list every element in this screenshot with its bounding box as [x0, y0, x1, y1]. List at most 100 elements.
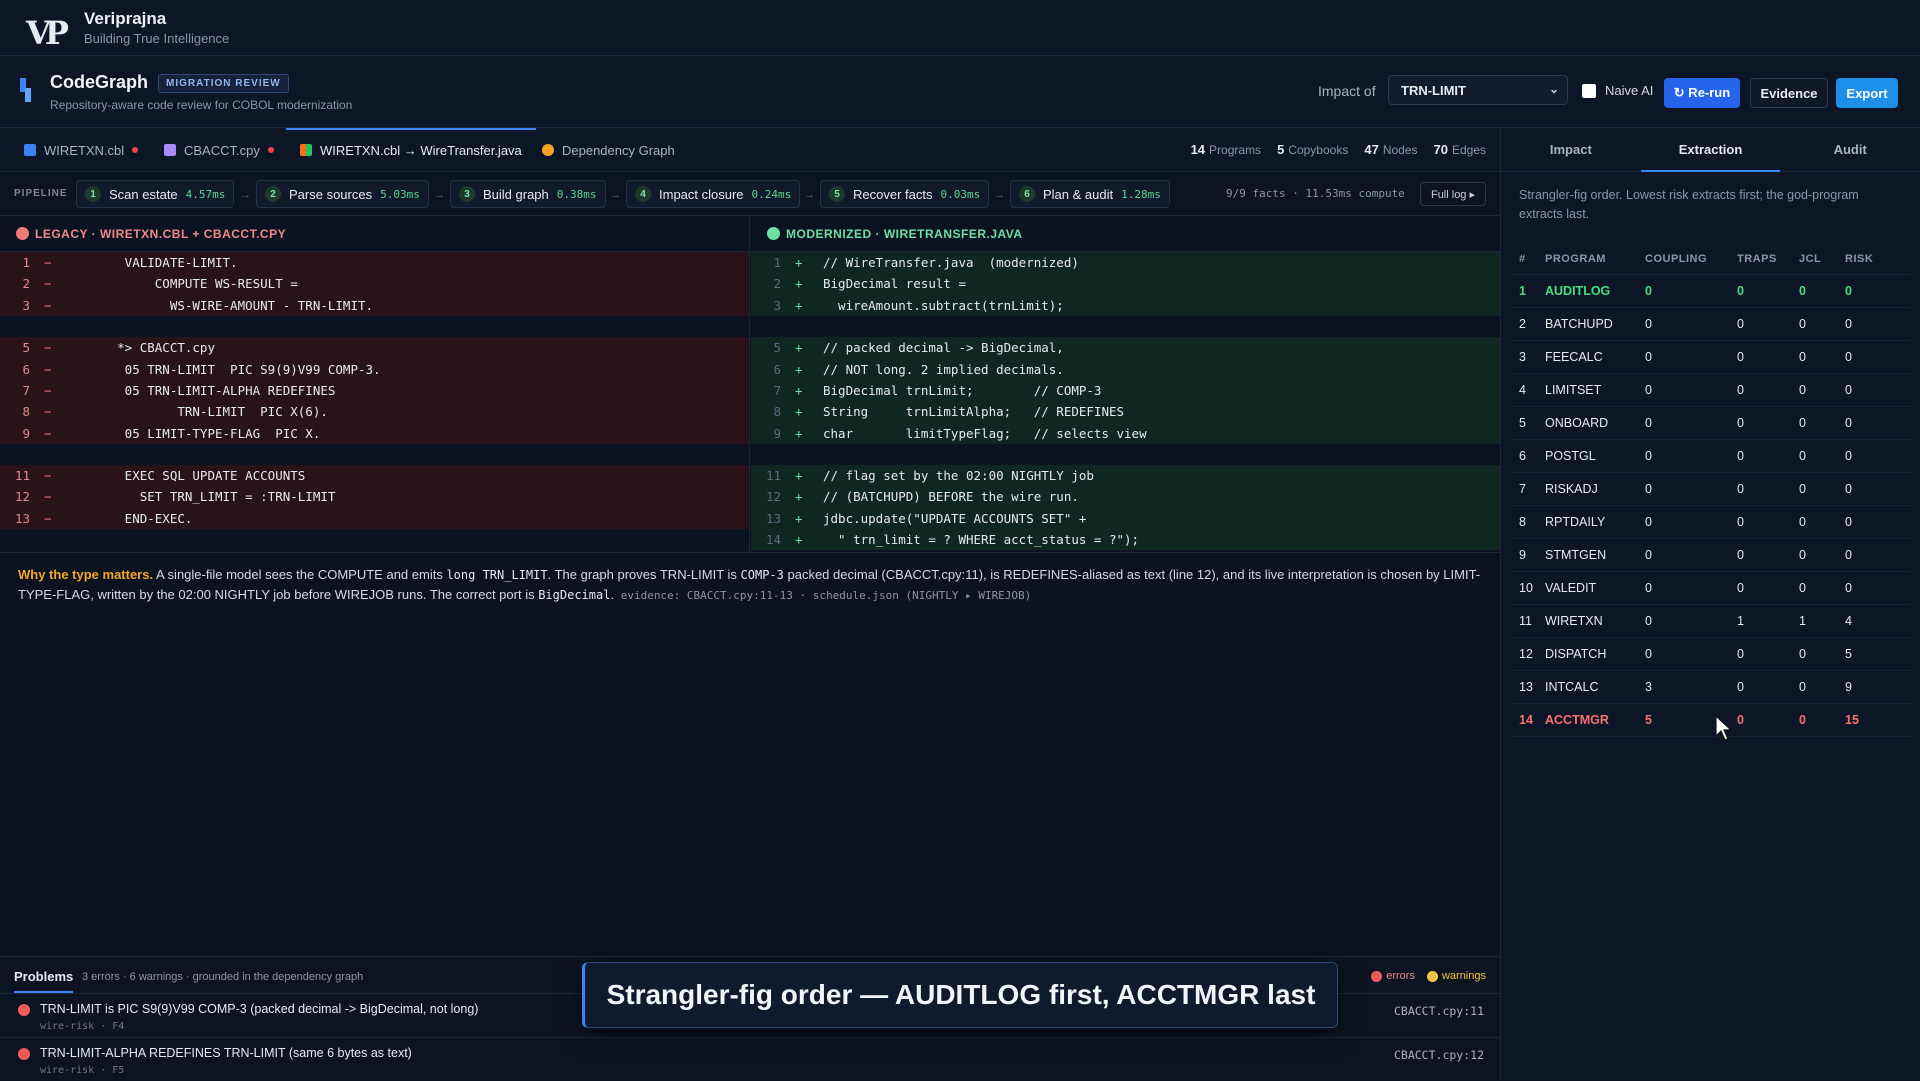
line-number: 13	[14, 510, 30, 526]
pipeline-step-parse[interactable]: 2 Parse sources 5.03ms	[256, 180, 429, 208]
table-cell: 0	[1737, 505, 1799, 539]
diff-sign: −	[44, 276, 52, 292]
table-cell: 0	[1799, 340, 1845, 374]
program-name: ONBOARD	[1545, 406, 1645, 440]
code-line[interactable]: 3− WS-WIRE-AMOUNT - TRN-LIMIT.	[0, 294, 749, 316]
code-line[interactable]: 1 + // WireTransfer.java (modernized)	[751, 252, 1500, 274]
table-row[interactable]: 12 DISPATCH 0 0 0 5	[1511, 637, 1911, 671]
code-text: // (BATCHUPD) BEFORE the wire run.	[823, 489, 1079, 505]
table-row[interactable]: 14 ACCTMGR 5 0 0 15	[1511, 703, 1911, 737]
problems-tab[interactable]: Problems	[14, 969, 74, 993]
program-name: WIRETXN	[1545, 604, 1645, 638]
table-row[interactable]: 7 RISKADJ 0 0 0 0	[1511, 472, 1911, 506]
tab-wiretxn-cbl[interactable]: WIRETXN.cbl	[24, 128, 139, 172]
table-row[interactable]: 1 AUDITLOG 0 0 0 0	[1511, 274, 1911, 308]
table-cell: 3	[1511, 340, 1545, 374]
pipeline-step-recover[interactable]: 5 Recover facts 0.03ms	[820, 180, 990, 208]
table-row[interactable]: 8 RPTDAILY 0 0 0 0	[1511, 505, 1911, 539]
code-line[interactable]: 5 + // packed decimal -> BigDecimal,	[751, 337, 1500, 359]
table-row[interactable]: 10 VALEDIT 0 0 0 0	[1511, 571, 1911, 605]
legend-warnings[interactable]: warnings	[1426, 970, 1486, 982]
code-line[interactable]: 2− COMPUTE WS-RESULT =	[0, 273, 749, 295]
tab-extraction[interactable]: Extraction	[1640, 128, 1781, 172]
code-line[interactable]: 13− END-EXEC.	[0, 507, 749, 529]
table-cell: 0	[1799, 373, 1845, 407]
tab-diff-view[interactable]: WIRETXN.cbl → WireTransfer.java	[286, 128, 536, 172]
arrow-right-icon: →	[610, 189, 621, 201]
line-number: 11	[14, 468, 30, 484]
table-cell: 0	[1737, 373, 1799, 407]
table-cell: 0	[1645, 373, 1737, 407]
code-line[interactable]: 9− 05 LIMIT-TYPE-FLAG PIC X.	[0, 422, 749, 444]
extraction-table: # PROGRAM COUPLING TRAPS JCL RISK 1 AUDIT…	[1511, 244, 1911, 737]
evidence-button[interactable]: Evidence	[1750, 78, 1828, 108]
table-row[interactable]: 9 STMTGEN 0 0 0 0	[1511, 538, 1911, 572]
table-row[interactable]: 13 INTCALC 3 0 0 9	[1511, 670, 1911, 704]
code-line[interactable]: 5− *> CBACCT.cpy	[0, 337, 749, 359]
naive-ai-toggle[interactable]: Naive AI	[1582, 83, 1653, 98]
rerun-button[interactable]: ↻ Re-run	[1664, 78, 1740, 108]
full-log-button[interactable]: Full log ▸	[1420, 182, 1486, 206]
line-number: 12	[14, 489, 30, 505]
table-cell: 0	[1845, 373, 1911, 407]
code-line[interactable]: 6− 05 TRN-LIMIT PIC S9(9)V99 COMP-3.	[0, 358, 749, 380]
diff-sign: −	[44, 361, 52, 377]
table-row[interactable]: 11 WIRETXN 0 1 1 4	[1511, 604, 1911, 638]
table-cell: 5	[1511, 406, 1545, 440]
table-cell: 0	[1845, 472, 1911, 506]
table-row[interactable]: 3 FEECALC 0 0 0 0	[1511, 340, 1911, 374]
table-cell: 0	[1645, 307, 1737, 341]
line-number: 8	[22, 404, 30, 420]
naive-ai-checkbox[interactable]	[1582, 83, 1596, 98]
table-cell: 0	[1737, 439, 1799, 473]
code-text: " trn_limit = ? WHERE acct_status = ?");	[823, 532, 1140, 547]
code-line[interactable]: 8 + String trnLimitAlpha; // REDEFINES	[751, 401, 1500, 423]
code-line[interactable]: 1− VALIDATE-LIMIT.	[0, 252, 749, 274]
pipeline-step-impact[interactable]: 4 Impact closure 0.24ms	[626, 180, 801, 208]
code-line[interactable]: 2 + BigDecimal result =	[751, 273, 1500, 295]
program-name: BATCHUPD	[1545, 307, 1645, 341]
tab-audit[interactable]: Audit	[1780, 128, 1920, 171]
problem-item[interactable]: TRN-LIMIT-ALPHA REDEFINES TRN-LIMIT (sam…	[0, 1037, 1500, 1081]
code-line[interactable]: 9 + char limitTypeFlag; // selects view	[751, 422, 1500, 444]
table-cell: 5	[1845, 637, 1911, 671]
code-line[interactable]: 6 + // NOT long. 2 implied decimals.	[751, 358, 1500, 380]
pipeline-step-plan[interactable]: 6 Plan & audit 1.28ms	[1010, 180, 1170, 208]
table-cell: 1	[1737, 604, 1799, 638]
legacy-code[interactable]: 1− VALIDATE-LIMIT. 2− COMPUTE WS-RESULT =…	[0, 252, 749, 529]
count-copybooks: 5 Copybooks	[1277, 142, 1349, 157]
code-line[interactable]: 8− TRN-LIMIT PIC X(6).	[0, 401, 749, 423]
code-line[interactable]: 12 + // (BATCHUPD) BEFORE the wire run.	[751, 486, 1500, 508]
code-line[interactable]: 7− 05 TRN-LIMIT-ALPHA REDEFINES	[0, 379, 749, 402]
modern-code[interactable]: 1 + // WireTransfer.java (modernized) 2 + Big…	[751, 252, 1500, 551]
code-line[interactable]: 13 + jdbc.update("UPDATE ACCOUNTS SET" +	[751, 507, 1500, 529]
problem-location[interactable]: CBACCT.cpy:12	[1394, 1048, 1484, 1062]
count-programs: 14 Programs	[1190, 142, 1262, 157]
tab-impact[interactable]: Impact	[1501, 128, 1641, 171]
table-row[interactable]: 4 LIMITSET 0 0 0 0	[1511, 373, 1911, 407]
table-row[interactable]: 6 POSTGL 0 0 0 0	[1511, 439, 1911, 473]
table-row[interactable]: 5 ONBOARD 0 0 0 0	[1511, 406, 1911, 440]
impact-select[interactable]: TRN-LIMIT ⌄	[1388, 75, 1568, 105]
code-line[interactable]: 7 + BigDecimal trnLimit; // COMP-3	[751, 379, 1500, 402]
error-icon	[18, 1048, 30, 1060]
tab-cbacct-cpy[interactable]: CBACCT.cpy	[164, 128, 274, 172]
table-row[interactable]: 2 BATCHUPD 0 0 0 0	[1511, 307, 1911, 341]
program-name: AUDITLOG	[1545, 274, 1645, 308]
pipeline-step-scan[interactable]: 1 Scan estate 4.57ms	[76, 180, 235, 208]
code-line[interactable]: 11 + // flag set by the 02:00 NIGHTLY job	[751, 464, 1500, 487]
line-number: 2	[773, 276, 781, 292]
code-line[interactable]: 3 + wireAmount.subtract(trnLimit);	[751, 294, 1500, 316]
code-text: EXEC SQL UPDATE ACCOUNTS	[72, 468, 306, 484]
pipeline-step-build-graph[interactable]: 3 Build graph 0.38ms	[450, 180, 606, 208]
file-icon	[164, 144, 176, 156]
export-button[interactable]: Export	[1836, 78, 1898, 108]
legend-errors[interactable]: errors	[1371, 970, 1415, 982]
codegraph-logo-icon	[20, 78, 36, 102]
code-line[interactable]: 14 + " trn_limit = ? WHERE acct_status = …	[751, 528, 1500, 551]
code-line[interactable]: 12− SET TRN_LIMIT = :TRN-LIMIT	[0, 486, 749, 508]
code-line[interactable]: 11− EXEC SQL UPDATE ACCOUNTS	[0, 464, 749, 487]
tab-dependency-graph[interactable]: Dependency Graph	[542, 128, 675, 172]
problem-location[interactable]: CBACCT.cpy:11	[1394, 1004, 1484, 1018]
table-cell: 0	[1799, 670, 1845, 704]
